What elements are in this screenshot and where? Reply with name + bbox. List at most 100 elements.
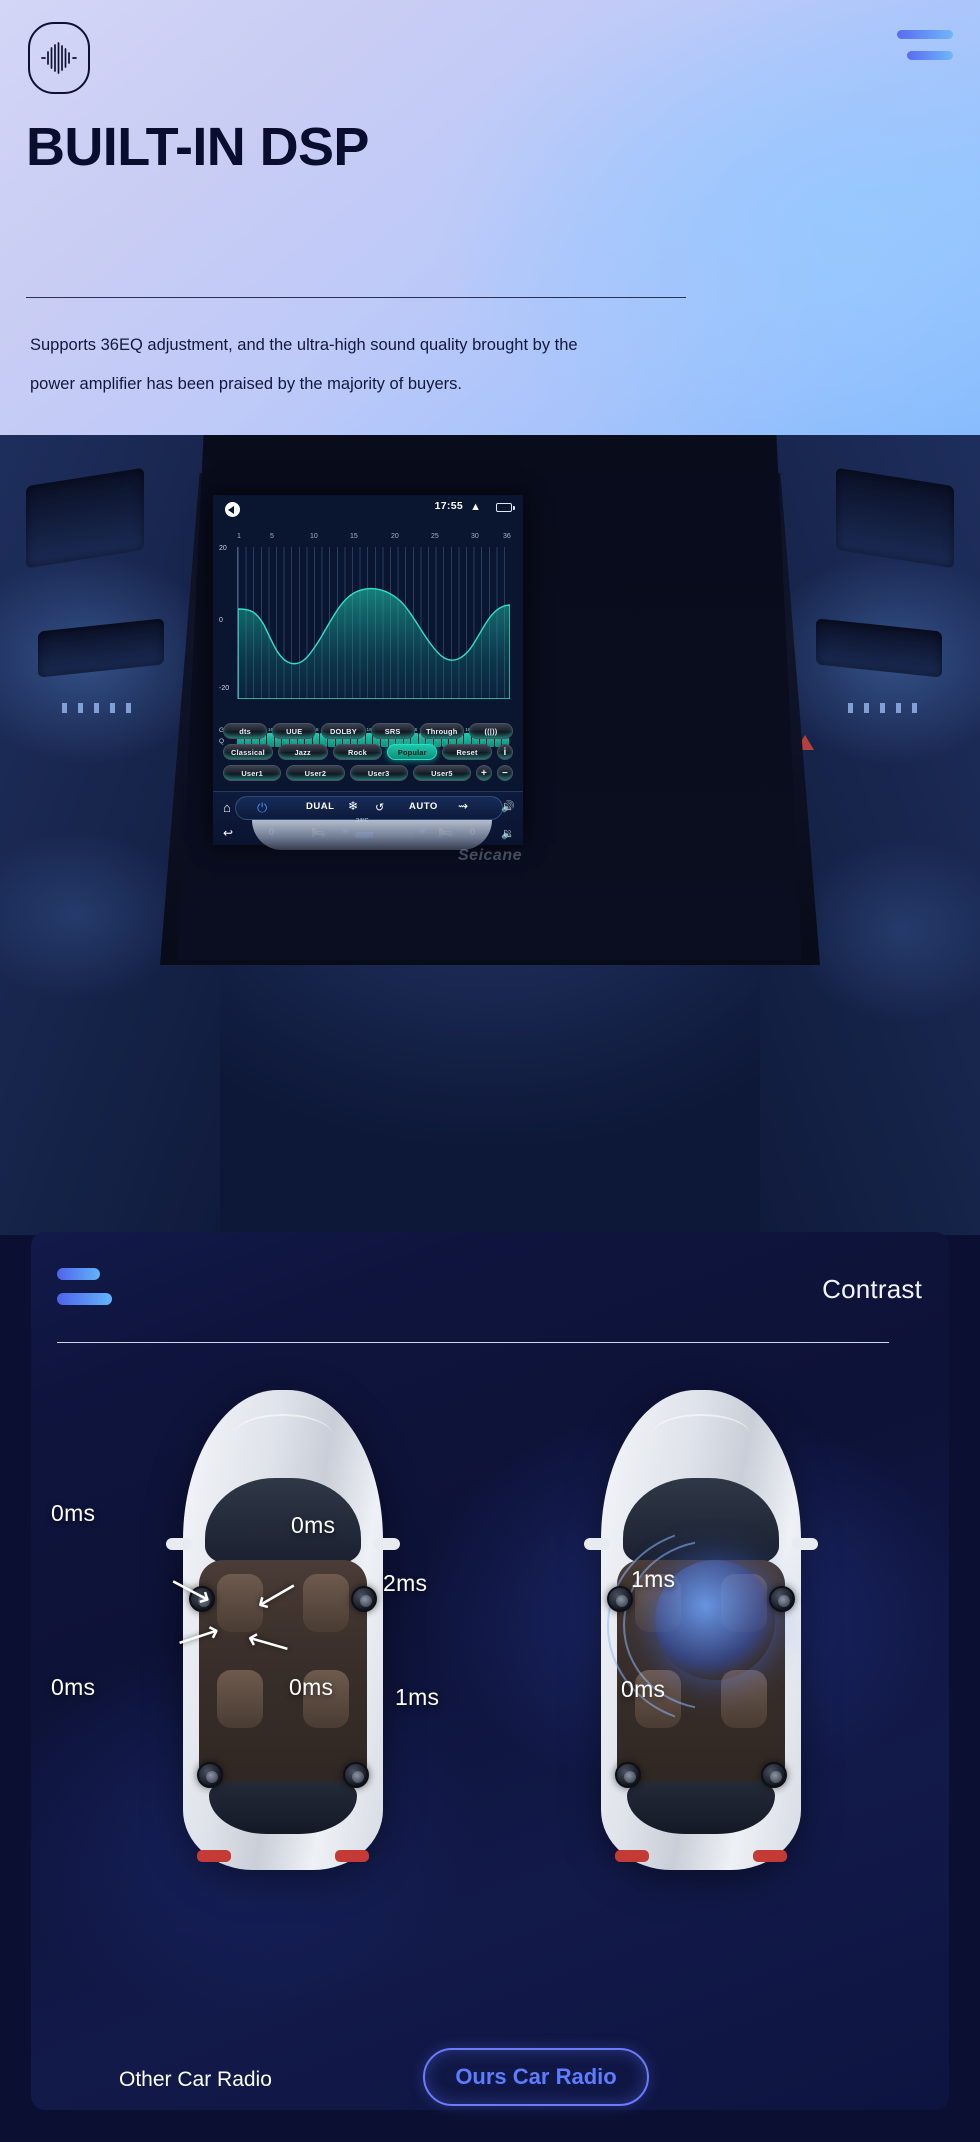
other-car-diagram: ⟶ ⟶ ⟶ ⟶	[164, 1390, 400, 1870]
eq-x-tick: 10	[310, 533, 318, 540]
menu-bar-top	[57, 1268, 100, 1280]
hood-line	[651, 1414, 751, 1458]
speaker	[351, 1586, 377, 1612]
description-line-1: Supports 36EQ adjustment, and the ultra-…	[30, 336, 578, 354]
power-icon[interactable]: ⏻	[257, 800, 267, 816]
tail-light	[753, 1850, 787, 1862]
audio-waveform-icon	[28, 22, 90, 94]
dash-control-dots	[848, 703, 918, 713]
other-car-caption: Other Car Radio	[119, 2068, 272, 2091]
contrast-illustration: ⟶ ⟶ ⟶ ⟶ 0ms 0ms 0ms 0ms 2ms 1ms 1ms 0ms	[31, 1360, 949, 1980]
head-unit-screen[interactable]: 17:55 ▲ 1 5 10 15 20 25 30 36 20 0 -20 G…	[213, 495, 523, 845]
equalizer-graph[interactable]: 1 5 10 15 20 25 30 36 20 0 -20 G Q 16 16…	[213, 533, 523, 747]
side-mirror	[166, 1538, 192, 1550]
dsp-button[interactable]: dts	[223, 723, 268, 739]
dsp-button[interactable]: DOLBY	[321, 723, 366, 739]
eq-x-tick: 25	[431, 533, 439, 540]
header-divider	[26, 297, 686, 298]
delay-label-left-rear: 0ms	[51, 1674, 96, 1700]
menu-bar-bottom	[907, 51, 953, 60]
menu-bar-bottom	[57, 1293, 112, 1305]
dsp-button[interactable]: Through	[419, 723, 464, 739]
dash-control-dots	[62, 703, 132, 713]
side-mirror	[584, 1538, 610, 1550]
auto-label[interactable]: AUTO	[409, 801, 438, 812]
brand-watermark: Seicane	[458, 847, 522, 864]
seat	[303, 1574, 349, 1632]
eq-x-tick: 36	[503, 533, 511, 540]
volume-down-icon[interactable]: 🔉	[501, 827, 515, 840]
dsp-button[interactable]: User1	[223, 765, 282, 781]
dsp-button-grid[interactable]: dts UUE DOLBY SRS Through ((|)) Classical Jazz…	[223, 723, 514, 786]
caption-row: Other Car Radio Ours Car Radio	[31, 1980, 949, 2110]
dsp-button[interactable]: i	[496, 744, 513, 760]
menu-bars-icon[interactable]	[57, 1268, 112, 1305]
eq-x-axis-labels: 1 5 10 15 20 25 30 36	[213, 533, 523, 545]
ours-car-button[interactable]: Ours Car Radio	[423, 2048, 649, 2106]
delay-label-left-front: 2ms	[383, 1570, 428, 1596]
dsp-button[interactable]: Reset	[442, 744, 492, 760]
delay-label-left-rear: 1ms	[395, 1684, 440, 1710]
dsp-button[interactable]: Classical	[223, 744, 273, 760]
dsp-button[interactable]: User3	[349, 765, 408, 781]
hood-line	[233, 1414, 333, 1458]
delay-label-right-rear: 0ms	[621, 1676, 666, 1702]
face-vent-icon[interactable]: ⇝	[458, 799, 468, 813]
speaker	[761, 1762, 787, 1788]
eq-y-tick: -20	[219, 685, 230, 692]
console-chrome-trim	[252, 820, 492, 850]
ours-car-diagram	[584, 1390, 818, 1870]
menu-bars-icon[interactable]	[893, 30, 953, 60]
dsp-button-row-3: User1 User2 User3 User5 + −	[223, 765, 513, 781]
delay-label-left-front: 0ms	[51, 1500, 96, 1526]
tail-light	[335, 1850, 369, 1862]
side-mirror	[374, 1538, 400, 1550]
dsp-button[interactable]: Jazz	[277, 744, 328, 760]
dsp-button[interactable]: SRS	[370, 723, 415, 739]
car-interior-photo: 17:55 ▲ 1 5 10 15 20 25 30 36 20 0 -20 G…	[0, 435, 980, 1235]
dual-label[interactable]: DUAL	[306, 801, 334, 812]
header-description: Supports 36EQ adjustment, and the ultra-…	[30, 326, 650, 404]
description-line-2: power amplifier has been praised by the …	[30, 374, 462, 393]
seat	[217, 1670, 263, 1728]
page-title: BUILT-IN DSP	[26, 117, 369, 177]
dsp-button[interactable]: ((|))	[468, 723, 514, 739]
volume-up-icon[interactable]: 🔊	[501, 800, 515, 813]
contrast-divider	[57, 1342, 889, 1343]
delay-label-right-front: 0ms	[291, 1512, 336, 1538]
tail-light	[197, 1850, 231, 1862]
eq-x-tick: 20	[391, 533, 399, 540]
eq-x-tick: 5	[270, 533, 274, 540]
speaker	[607, 1586, 633, 1612]
speaker	[615, 1762, 641, 1788]
side-mirror	[792, 1538, 818, 1550]
eq-x-tick: 1	[237, 533, 241, 540]
menu-bar-top	[897, 30, 953, 39]
dsp-button[interactable]: −	[497, 765, 513, 781]
dsp-button[interactable]: +	[476, 765, 492, 781]
dsp-button-row-1: dts UUE DOLBY SRS Through ((|))	[223, 723, 514, 739]
back-arrow-icon[interactable]: ↩	[223, 826, 233, 840]
dsp-button[interactable]: Rock	[332, 744, 383, 760]
home-icon[interactable]: ⌂	[223, 800, 231, 815]
eq-x-tick: 15	[350, 533, 358, 540]
dsp-button[interactable]: User5	[412, 765, 471, 781]
battery-icon	[496, 503, 515, 512]
eq-curve-plot[interactable]	[237, 547, 511, 700]
screen-status-bar: 17:55 ▲	[213, 495, 523, 521]
chevron-up-icon[interactable]: ▲	[470, 502, 481, 513]
back-arrow-icon[interactable]	[225, 502, 240, 517]
tail-light	[615, 1850, 649, 1862]
eq-x-tick: 30	[471, 533, 479, 540]
dsp-button[interactable]: User2	[286, 765, 345, 781]
dsp-button[interactable]: Popular	[387, 744, 438, 760]
snowflake-icon[interactable]: ❄	[348, 799, 358, 813]
contrast-title: Contrast	[822, 1274, 922, 1304]
air-recirculate-icon[interactable]: ↺	[375, 801, 384, 814]
dsp-button[interactable]: UUE	[272, 723, 317, 739]
clock-label: 17:55	[434, 500, 463, 512]
ours-car-label: Ours Car Radio	[455, 2064, 617, 2089]
seat	[721, 1670, 767, 1728]
delay-label-right-front: 1ms	[631, 1566, 676, 1592]
eq-y-tick: 20	[219, 545, 227, 552]
